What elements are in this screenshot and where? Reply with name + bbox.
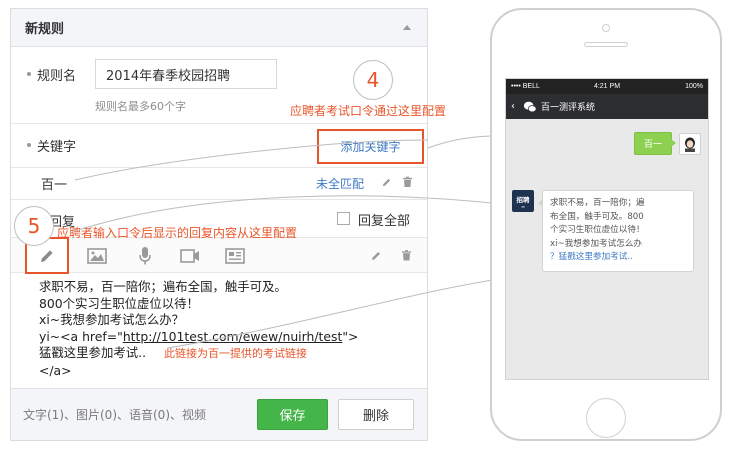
match-mode-link[interactable]: 未全匹配 — [316, 175, 364, 192]
reply-type-toolbar — [11, 237, 427, 274]
news-tool-button[interactable] — [213, 238, 257, 273]
reply-all-label: 回复全部 — [358, 214, 411, 229]
link-prefix: yi~<a href=" — [39, 328, 123, 344]
step-5-annotation: 应聘者输入口令后显示的回复内容从这里配置 — [57, 226, 298, 240]
bot-avatar-mark: ▬ — [521, 203, 525, 209]
step-4-number: 4 — [366, 68, 380, 92]
time-text: 4:21 PM — [593, 83, 621, 90]
panel-title: 新规则 — [25, 22, 65, 37]
video-tool-button[interactable] — [168, 238, 212, 273]
bot-reply-line: 个实习生职位虚位以待！ — [550, 225, 645, 235]
step-4-badge: 4 — [353, 60, 393, 100]
rule-name-input[interactable] — [95, 59, 277, 89]
divider — [11, 167, 427, 168]
bot-avatar: 招聘 ▬ — [512, 190, 534, 212]
news-card-icon — [225, 247, 245, 264]
bot-reply-line: 布全国，触手可及。800 — [550, 211, 644, 222]
user-message: 百一 — [633, 132, 701, 155]
link-annotation: 此链接为百一提供的考试链接 — [164, 347, 308, 360]
reply-line: 800个实习生职位虚位以待！ — [39, 295, 199, 311]
rule-name-label: 规则名 — [37, 69, 77, 84]
phone-speaker — [584, 42, 628, 47]
link-text: 猛戳这里参加考试.. — [39, 345, 147, 360]
phone-camera — [602, 24, 610, 32]
keyword-item-text: 百一 — [41, 178, 68, 193]
image-icon — [87, 247, 107, 264]
bot-message: 招聘 ▬ 求职不易，百一陪你；遍 布全国，触手可及。800 个实习生职位虚位以待… — [512, 190, 694, 272]
user-message-text: 百一 — [643, 140, 662, 150]
step-5-badge: 5 — [14, 206, 54, 246]
wechat-icon — [523, 101, 537, 112]
battery-text: 100% — [685, 83, 703, 90]
step-4-annotation: 应聘者考试口令通过这里配置 — [290, 104, 447, 118]
link-suffix: "> — [342, 328, 359, 344]
user-message-bubble: 百一 — [633, 132, 677, 155]
rule-name-hint: 规则名最多60个字 — [95, 100, 186, 113]
divider — [11, 123, 427, 124]
trash-icon[interactable] — [402, 176, 413, 188]
microphone-icon — [139, 246, 151, 264]
video-icon — [180, 248, 199, 263]
chat-title: 百一测评系统 — [541, 103, 596, 113]
pencil-icon — [41, 249, 53, 262]
phone-screen: •••• BELL 4:21 PM 100% ‹ 百一测评系统 百一 招聘 ▬ … — [505, 78, 709, 380]
reply-link-line: yi~<a href="http://101test.com/ewew/nuir… — [39, 329, 419, 346]
delete-button[interactable]: 删除 — [338, 399, 414, 430]
keyword-label: 关键字 — [37, 140, 77, 155]
bot-reply-line: xi~我想参加考试怎么办 — [550, 238, 643, 249]
save-button[interactable]: 保存 — [257, 399, 328, 430]
reply-line: xi~我想参加考试怎么办？ — [39, 312, 185, 327]
bot-message-bubble: 求职不易，百一陪你；遍 布全国，触手可及。800 个实习生职位虚位以待！ xi~… — [538, 190, 694, 272]
add-keyword-button[interactable]: 添加关键字 — [317, 129, 424, 164]
exam-link-url[interactable]: http://101test.com/ewew/nuirh/test — [123, 329, 343, 344]
panel-footer: 文字(1)、图片(0)、语音(0)、视频 保存 删除 — [11, 388, 427, 440]
reply-line: 求职不易，百一陪你；遍布全国，触手可及。 — [39, 279, 287, 294]
content-count-stats: 文字(1)、图片(0)、语音(0)、视频 — [23, 408, 206, 422]
phone-mockup: •••• BELL 4:21 PM 100% ‹ 百一测评系统 百一 招聘 ▬ … — [490, 8, 722, 441]
step-5-number: 5 — [27, 214, 41, 238]
save-label: 保存 — [279, 409, 306, 424]
user-avatar-icon — [679, 132, 701, 155]
panel-header[interactable]: 新规则 — [11, 9, 427, 47]
chevron-up-icon[interactable] — [403, 25, 411, 30]
home-button[interactable] — [586, 398, 626, 438]
reply-all-checkbox[interactable] — [337, 212, 350, 225]
pencil-icon[interactable] — [370, 250, 382, 262]
carrier-text: •••• BELL — [511, 83, 540, 90]
bullet-dot — [27, 72, 31, 76]
bot-reply-link-line[interactable]: ？猛戳这里参加考试.. — [550, 251, 686, 265]
chat-nav-bar: ‹ 百一测评系统 — [506, 94, 708, 119]
reply-text-editor[interactable]: 求职不易，百一陪你；遍布全国，触手可及。 800个实习生职位虚位以待！ xi~我… — [39, 279, 419, 379]
add-keyword-label: 添加关键字 — [340, 140, 401, 154]
pencil-icon[interactable] — [381, 177, 392, 188]
back-arrow-icon[interactable]: ‹ — [511, 101, 519, 112]
bullet-dot — [27, 143, 31, 147]
voice-tool-button[interactable] — [123, 238, 167, 273]
status-bar: •••• BELL 4:21 PM 100% — [506, 79, 708, 94]
divider — [11, 199, 427, 200]
delete-label: 删除 — [362, 409, 389, 424]
trash-icon[interactable] — [401, 249, 412, 262]
image-tool-button[interactable] — [75, 238, 119, 273]
bot-avatar-text: 招聘 — [516, 195, 530, 204]
reply-link-close: </a> — [39, 362, 72, 378]
reply-link-text-line: 猛戳这里参加考试.. 此链接为百一提供的考试链接 — [39, 345, 419, 363]
bot-reply-line: 求职不易，百一陪你；遍 — [550, 198, 645, 208]
